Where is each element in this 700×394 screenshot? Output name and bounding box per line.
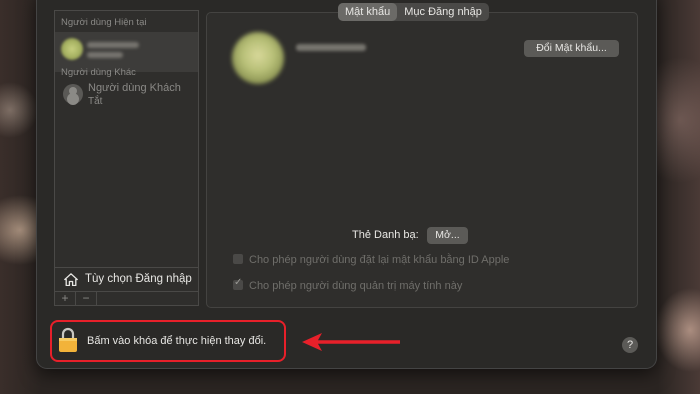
current-user-name-blurred [87, 42, 139, 48]
admin-label: Cho phép người dùng quản trị máy tính nà… [249, 280, 463, 292]
admin-checkbox[interactable] [233, 277, 243, 290]
add-remove-bar: + − [54, 292, 199, 306]
change-password-button[interactable]: Đổi Mật khẩu... [524, 40, 619, 57]
reset-password-apple-id-option: Cho phép người dùng đặt lại mật khẩu bằn… [233, 254, 509, 266]
tab-password[interactable]: Mật khẩu [338, 3, 398, 21]
help-button[interactable]: ? [622, 337, 638, 353]
admin-option: Cho phép người dùng quản trị máy tính nà… [233, 277, 463, 292]
remove-user-button[interactable]: − [76, 292, 97, 305]
tab-bar: Mật khẩu Mục Đăng nhập [338, 3, 489, 21]
reset-password-apple-id-checkbox[interactable] [233, 254, 243, 264]
guest-user-status: Tắt [88, 96, 103, 107]
add-user-button[interactable]: + [55, 292, 76, 305]
current-user-avatar [61, 38, 83, 60]
user-fullname-blurred [296, 44, 366, 51]
user-picture[interactable] [232, 32, 284, 84]
open-contacts-card-button[interactable]: Mở... [427, 227, 468, 244]
guest-user-icon [63, 84, 83, 104]
annotation-highlight-box [50, 320, 286, 362]
current-user-item[interactable] [55, 32, 198, 72]
other-users-heading: Người dùng Khác [61, 67, 136, 78]
current-user-role-blurred [87, 52, 123, 58]
users-sidebar: Người dùng Hiện tại Người dùng Khác Ngườ… [54, 10, 199, 292]
house-icon [64, 273, 78, 286]
guest-user-name: Người dùng Khách [88, 82, 181, 94]
login-options-item[interactable]: Tùy chọn Đăng nhập [55, 267, 198, 291]
tab-login-items[interactable]: Mục Đăng nhập [397, 3, 489, 21]
reset-password-apple-id-label: Cho phép người dùng đặt lại mật khẩu bằn… [249, 254, 510, 266]
annotation-arrow-icon [302, 333, 400, 351]
current-users-heading: Người dùng Hiện tại [61, 17, 147, 28]
login-options-label: Tùy chọn Đăng nhập [85, 273, 192, 285]
contacts-card-label: Thẻ Danh bạ: [352, 229, 419, 241]
